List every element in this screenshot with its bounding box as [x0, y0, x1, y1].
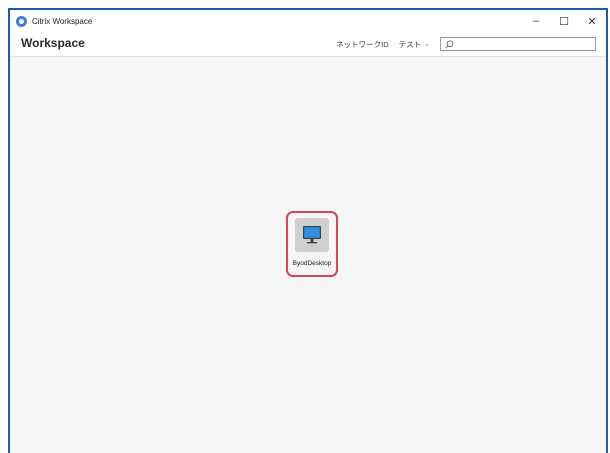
- user-menu[interactable]: テスト: [399, 39, 422, 50]
- citrix-logo-icon: [16, 15, 27, 27]
- app-tile-byod-desktop[interactable]: ByodDesktop: [286, 211, 338, 277]
- title-bar: Citrix Workspace – ☐ ✕: [10, 10, 606, 32]
- apps-area: ByodDesktop: [10, 57, 606, 453]
- desktop-monitor-icon: [303, 226, 321, 244]
- workspace-header: Workspace ネットワークID テスト ⌄: [10, 32, 606, 57]
- app-icon-background: [295, 218, 329, 252]
- chevron-down-icon[interactable]: ⌄: [424, 40, 430, 48]
- brand-title: Workspace: [21, 36, 85, 50]
- window-title: Citrix Workspace: [32, 16, 93, 26]
- window-controls: – ☐ ✕: [522, 10, 606, 32]
- app-tile-label: ByodDesktop: [292, 260, 332, 267]
- citrix-workspace-window: Citrix Workspace – ☐ ✕ Workspace ネットワークI…: [8, 8, 608, 453]
- minimize-button[interactable]: –: [522, 10, 550, 32]
- header-actions: ネットワークID テスト ⌄: [336, 35, 596, 53]
- close-button[interactable]: ✕: [578, 10, 606, 32]
- search-input[interactable]: [457, 38, 592, 50]
- search-icon: [445, 40, 454, 49]
- network-id-link[interactable]: ネットワークID: [336, 39, 389, 50]
- search-box[interactable]: [440, 37, 596, 51]
- maximize-button[interactable]: ☐: [550, 10, 578, 32]
